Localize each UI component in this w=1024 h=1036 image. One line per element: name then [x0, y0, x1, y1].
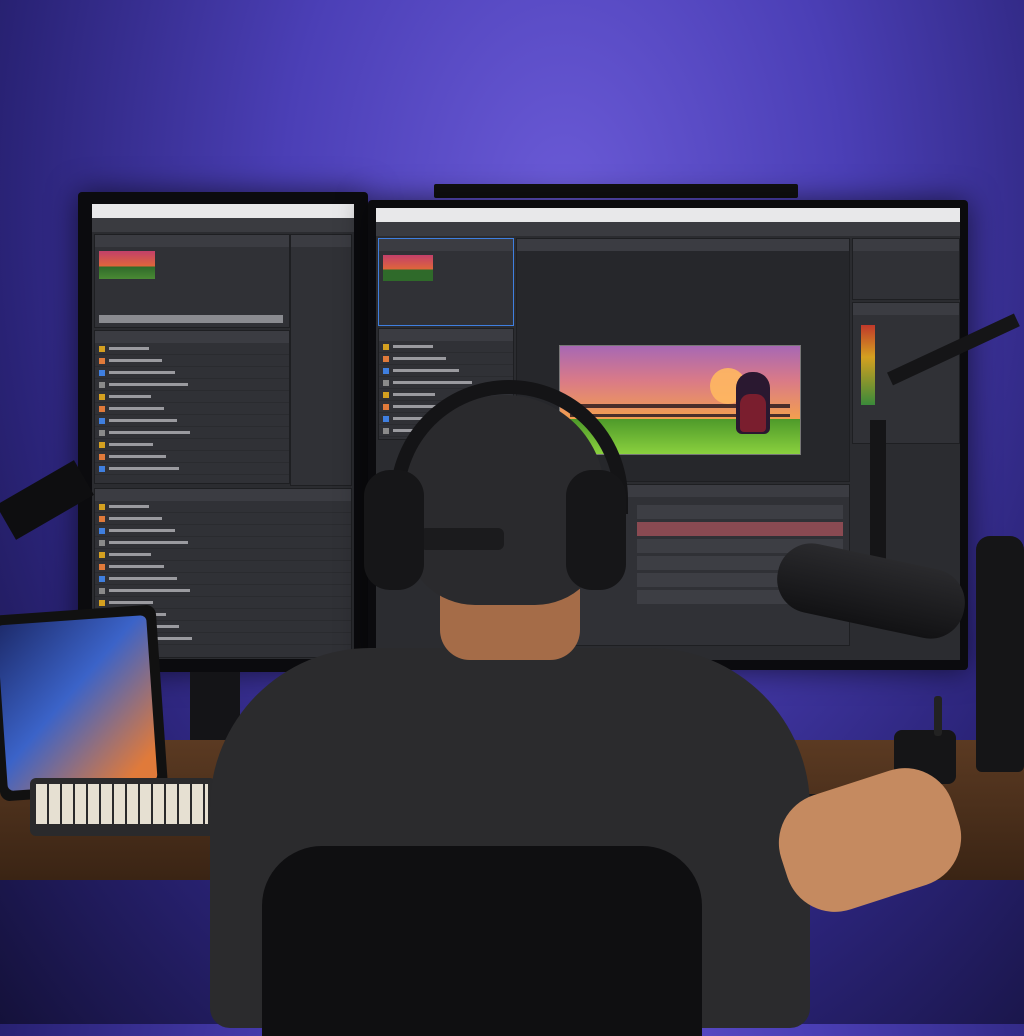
headphone-left-cup: [364, 470, 424, 590]
chair-back: [262, 846, 702, 1036]
headphone-right-cup: [566, 470, 626, 590]
person: [0, 0, 1024, 1036]
headphones-icon: [364, 380, 628, 600]
